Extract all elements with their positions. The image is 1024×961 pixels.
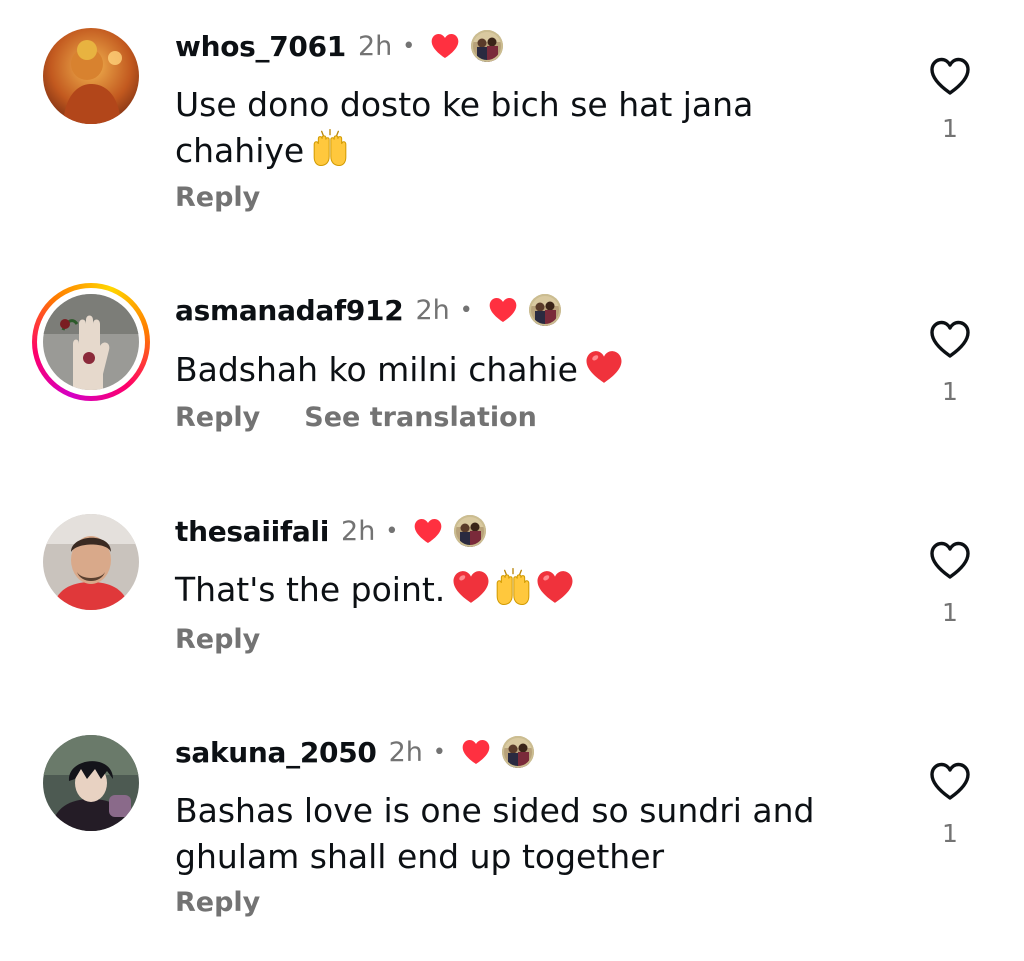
liked-by-author-heart-icon: [487, 294, 519, 326]
heart-outline-icon[interactable]: [926, 315, 974, 363]
reply-button[interactable]: Reply: [175, 402, 260, 433]
avatar[interactable]: [43, 28, 139, 124]
red-heart-icon: [451, 567, 491, 619]
reply-button[interactable]: Reply: [175, 182, 260, 213]
username[interactable]: sakuna_2050: [175, 736, 377, 769]
comment-text: Bashas love is one sided so sundri and g…: [175, 791, 815, 876]
author-avatar-icon: [471, 30, 503, 62]
separator: •: [459, 297, 473, 323]
heart-outline-icon[interactable]: [926, 536, 974, 584]
red-heart-icon: [584, 347, 624, 399]
like-count: 1: [942, 377, 958, 406]
author-avatar-icon: [529, 294, 561, 326]
story-ring[interactable]: [32, 283, 150, 401]
avatar[interactable]: [43, 514, 139, 610]
username[interactable]: thesaiifali: [175, 515, 329, 548]
heart-outline-icon[interactable]: [926, 52, 974, 100]
comment-text: Badshah ko milni chahie: [175, 347, 875, 399]
heart-outline-icon[interactable]: [926, 757, 974, 805]
like-count: 1: [942, 114, 958, 143]
timestamp: 2h: [388, 736, 423, 768]
reply-button[interactable]: Reply: [175, 624, 260, 655]
liked-by-author-heart-icon: [412, 515, 444, 547]
avatar[interactable]: [43, 294, 139, 390]
author-avatar-icon: [502, 736, 534, 768]
separator: •: [432, 739, 446, 765]
reply-button[interactable]: Reply: [175, 887, 260, 918]
raised-hands-icon: [310, 128, 350, 180]
separator: •: [385, 518, 399, 544]
like-count: 1: [942, 819, 958, 848]
comment-text: That's the point.: [175, 567, 875, 619]
timestamp: 2h: [415, 294, 450, 326]
liked-by-author-heart-icon: [460, 736, 492, 768]
avatar[interactable]: [43, 735, 139, 831]
comment-text: Use dono dosto ke bich se hat jana chahi…: [175, 82, 875, 180]
author-avatar-icon: [454, 515, 486, 547]
username[interactable]: asmanadaf912: [175, 294, 404, 327]
like-count: 1: [942, 598, 958, 627]
liked-by-author-heart-icon: [429, 30, 461, 62]
separator: •: [402, 33, 416, 59]
red-heart-icon: [535, 567, 575, 619]
timestamp: 2h: [341, 515, 376, 547]
username[interactable]: whos_7061: [175, 30, 346, 63]
raised-hands-icon: [493, 567, 533, 619]
see-translation-button[interactable]: See translation: [304, 402, 537, 433]
timestamp: 2h: [357, 30, 393, 62]
